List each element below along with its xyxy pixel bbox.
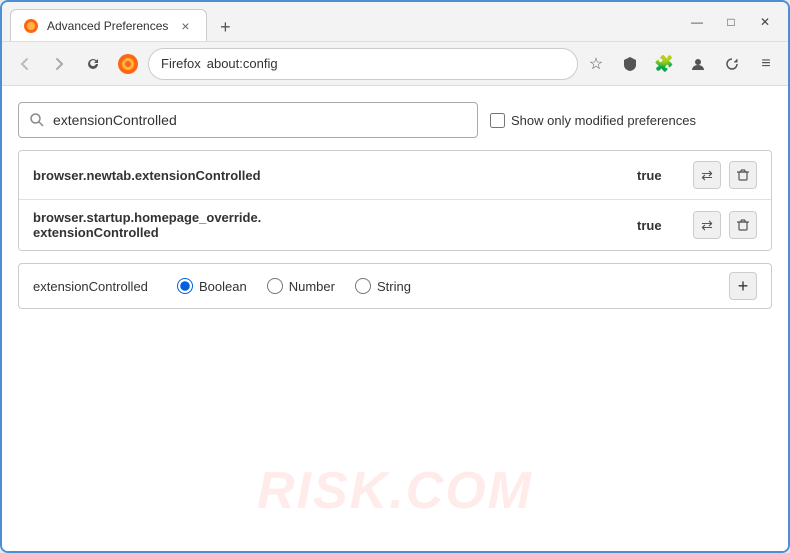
close-button[interactable]: ✕ <box>750 11 780 33</box>
number-radio[interactable] <box>267 278 283 294</box>
reload-button[interactable] <box>78 49 108 79</box>
profile-svg-icon <box>690 56 706 72</box>
menu-icon[interactable]: ≡ <box>752 50 780 78</box>
sync-icon[interactable] <box>718 50 746 78</box>
extension-icon[interactable]: 🧩 <box>650 50 678 78</box>
add-preference-row: extensionControlled Boolean Number Strin… <box>18 263 772 309</box>
nav-icons: ☆ 🧩 ≡ <box>582 50 780 78</box>
back-button[interactable] <box>10 49 40 79</box>
table-row: browser.newtab.extensionControlled true … <box>19 151 771 200</box>
toggle-button-1[interactable]: ⇄ <box>693 161 721 189</box>
pref-name-2: browser.startup.homepage_override. exten… <box>33 210 637 240</box>
forward-button[interactable] <box>44 49 74 79</box>
boolean-radio[interactable] <box>177 278 193 294</box>
sync-svg-icon <box>724 56 740 72</box>
search-box[interactable] <box>18 102 478 138</box>
row-actions-2: ⇄ <box>693 211 757 239</box>
pref-value-1: true <box>637 168 677 183</box>
trash-icon-2 <box>736 218 750 232</box>
type-radio-group: Boolean Number String <box>177 278 705 294</box>
tab-area: Advanced Preferences × + <box>10 2 674 41</box>
browser-window: Advanced Preferences × + — □ ✕ <box>0 0 790 553</box>
minimize-button[interactable]: — <box>682 11 712 33</box>
forward-icon <box>52 57 66 71</box>
title-bar: Advanced Preferences × + — □ ✕ <box>2 2 788 42</box>
delete-button-1[interactable] <box>729 161 757 189</box>
delete-button-2[interactable] <box>729 211 757 239</box>
number-label: Number <box>289 279 335 294</box>
trash-icon-1 <box>736 168 750 182</box>
string-label: String <box>377 279 411 294</box>
tab-title: Advanced Preferences <box>47 19 168 33</box>
maximize-button[interactable]: □ <box>716 11 746 33</box>
pref-value-2: true <box>637 218 677 233</box>
boolean-label: Boolean <box>199 279 247 294</box>
profile-icon[interactable] <box>684 50 712 78</box>
search-icon <box>29 112 45 128</box>
new-pref-name: extensionControlled <box>33 279 153 294</box>
active-tab[interactable]: Advanced Preferences × <box>10 9 207 41</box>
table-row: browser.startup.homepage_override. exten… <box>19 200 771 250</box>
url-text: about:config <box>207 56 278 71</box>
shield-svg-icon <box>622 56 638 72</box>
pref-name-1: browser.newtab.extensionControlled <box>33 168 637 183</box>
bookmark-icon[interactable]: ☆ <box>582 50 610 78</box>
results-table: browser.newtab.extensionControlled true … <box>18 150 772 251</box>
number-option[interactable]: Number <box>267 278 335 294</box>
toggle-button-2[interactable]: ⇄ <box>693 211 721 239</box>
boolean-option[interactable]: Boolean <box>177 278 247 294</box>
firefox-logo-icon <box>116 52 140 76</box>
string-radio[interactable] <box>355 278 371 294</box>
tab-close-button[interactable]: × <box>176 17 194 35</box>
show-modified-checkbox[interactable] <box>490 113 505 128</box>
nav-bar: Firefox about:config ☆ 🧩 <box>2 42 788 86</box>
url-bar[interactable]: Firefox about:config <box>148 48 578 80</box>
window-controls: — □ ✕ <box>674 11 780 33</box>
page-content: RISK.COM Show only modified preferences … <box>2 86 788 551</box>
reload-icon <box>85 56 101 72</box>
add-preference-button[interactable]: + <box>729 272 757 300</box>
shield-icon[interactable] <box>616 50 644 78</box>
new-tab-button[interactable]: + <box>211 13 239 41</box>
show-modified-label: Show only modified preferences <box>511 113 696 128</box>
watermark: RISK.COM <box>257 461 533 521</box>
browser-name: Firefox <box>161 56 201 71</box>
search-input[interactable] <box>53 112 467 128</box>
search-row: Show only modified preferences <box>18 102 772 138</box>
show-modified-option: Show only modified preferences <box>490 113 696 128</box>
tab-favicon-icon <box>23 18 39 34</box>
row-actions-1: ⇄ <box>693 161 757 189</box>
string-option[interactable]: String <box>355 278 411 294</box>
back-icon <box>18 57 32 71</box>
